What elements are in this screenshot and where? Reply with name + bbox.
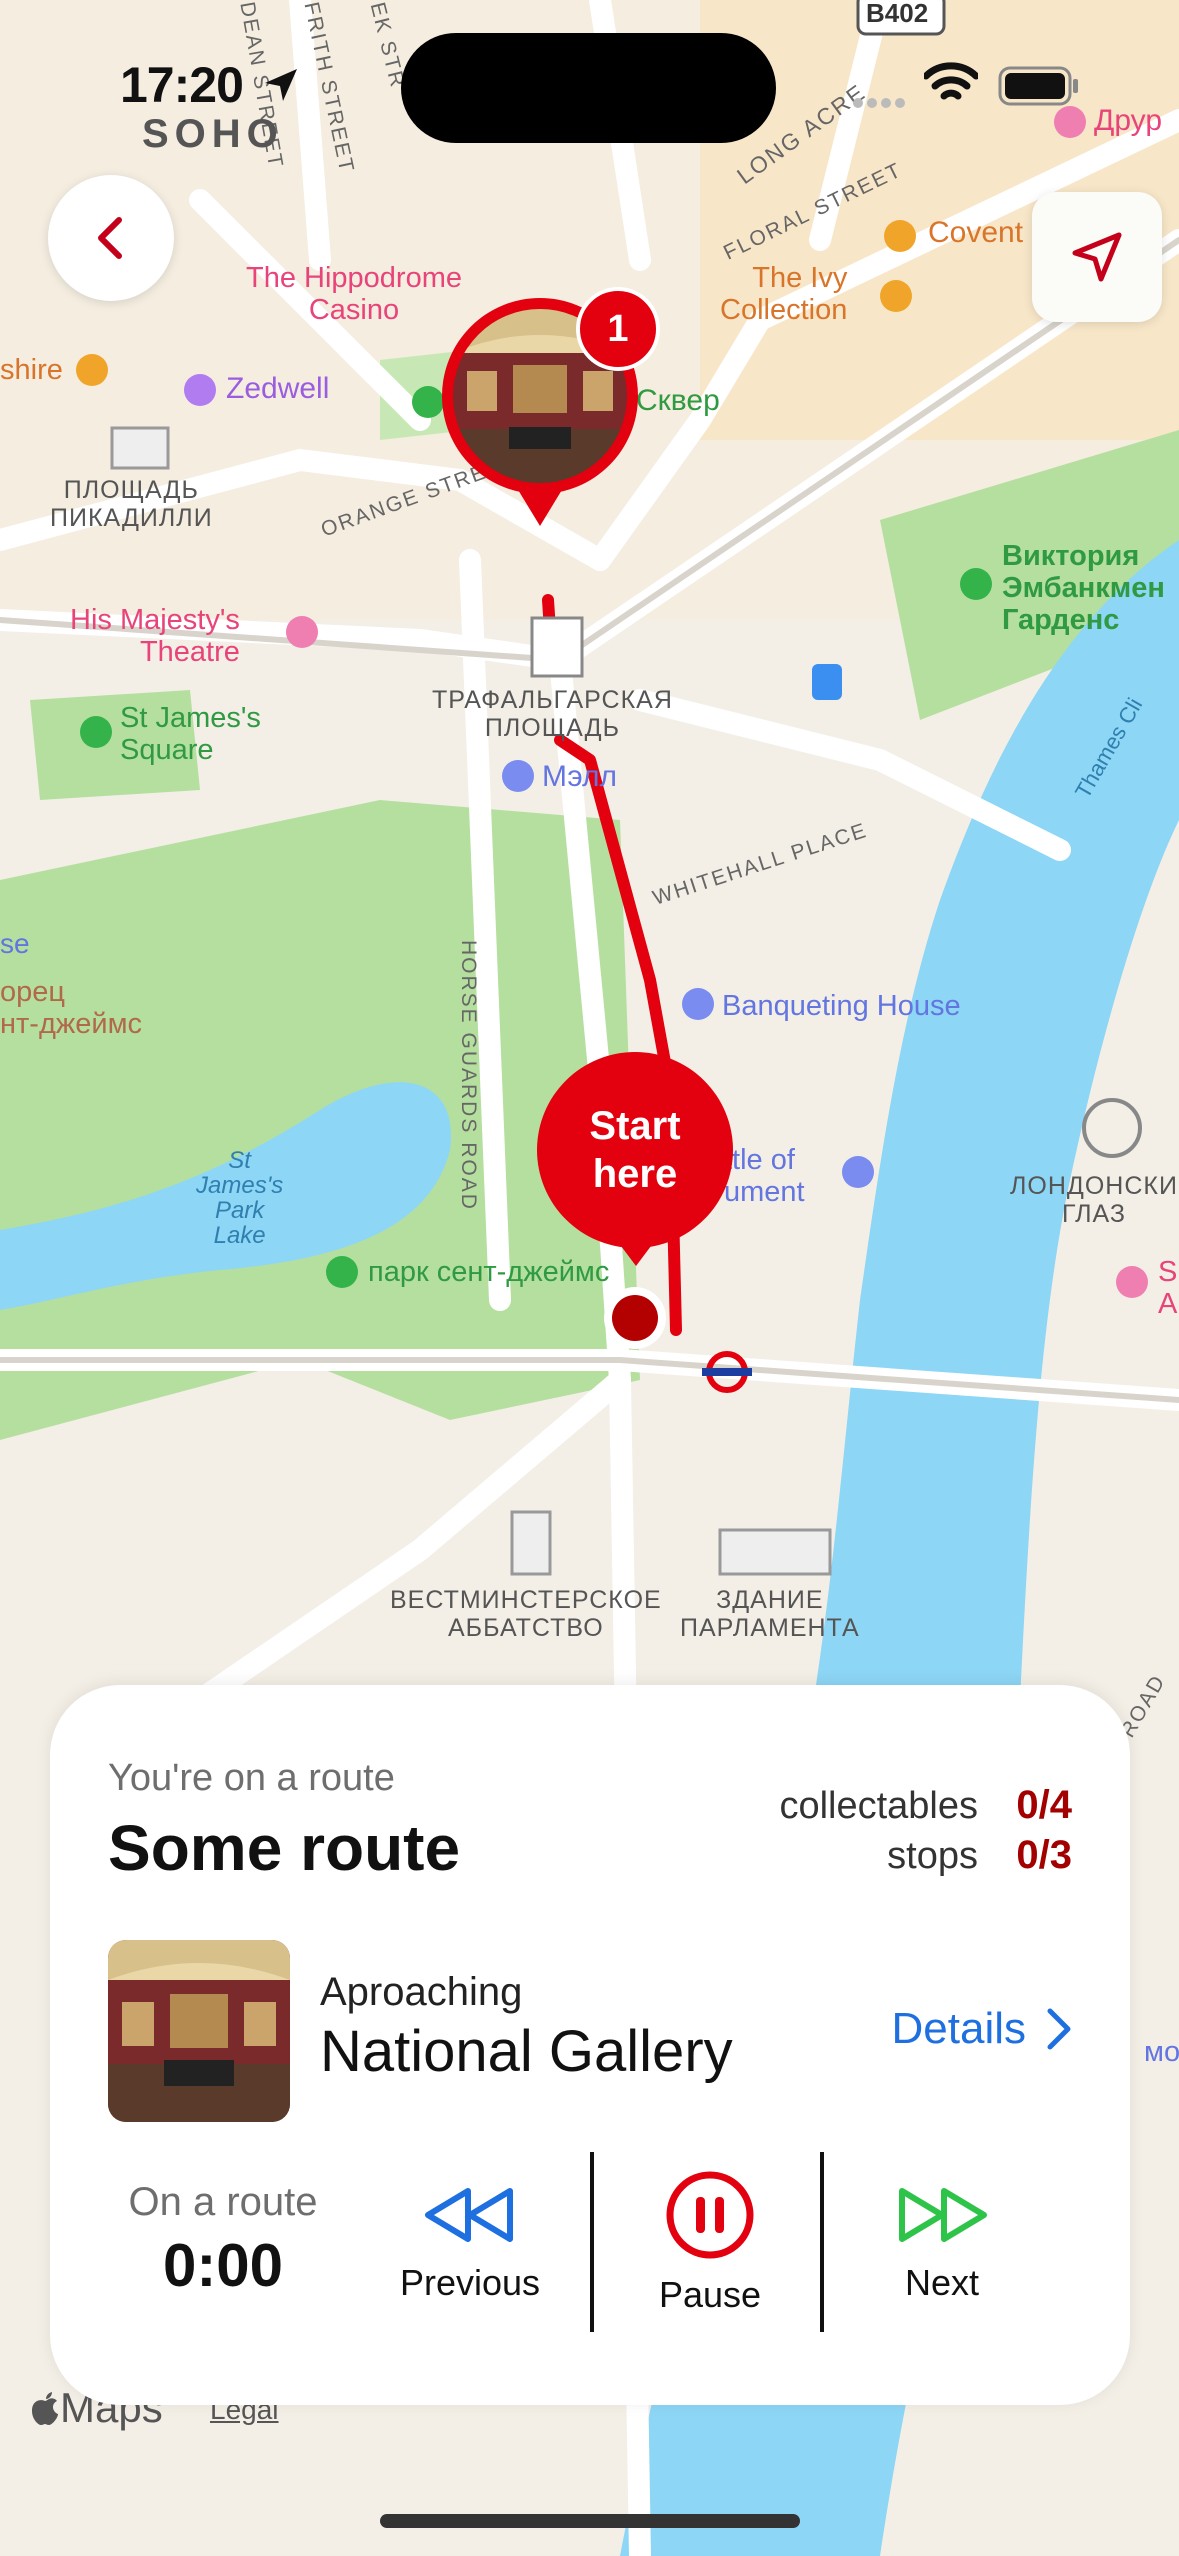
back-button[interactable] [48, 175, 174, 301]
divider-left [590, 2152, 594, 2332]
map-label-piccadilly: ПЛОЩАДЬ ПИКАДИЛЛИ [50, 476, 213, 532]
map-label-st-james-square[interactable]: St James's Square [120, 702, 261, 766]
stops-count: 0/3 [1016, 1833, 1072, 1877]
map-label-skver[interactable]: Сквер [636, 384, 720, 418]
map-label-shire[interactable]: shire [0, 354, 63, 387]
pause-circle-icon [666, 2171, 754, 2259]
map-label-palace: орец нт-джеймс [0, 976, 143, 1040]
battery-icon [998, 66, 1078, 106]
map-label-his-majestys[interactable]: His Majesty's Theatre [70, 604, 240, 668]
stop-thumbnail-image [108, 1940, 290, 2122]
map-label-mall[interactable]: Мэлл [542, 760, 617, 794]
stops-label: stops [887, 1835, 978, 1877]
start-here-line1: Start [589, 1104, 681, 1148]
timer-label: On a route [128, 2180, 318, 2224]
start-here-line2: here [592, 1152, 678, 1196]
map-label-s-a: S A [1158, 1256, 1178, 1320]
map-label-banqueting[interactable]: Banqueting House [722, 990, 961, 1023]
map-label-battle[interactable]: ttle of ument [724, 1144, 805, 1208]
pause-label: Pause [658, 2274, 762, 2315]
rewind-icon [425, 2188, 513, 2242]
dynamic-island [401, 33, 776, 143]
wifi-icon [924, 62, 978, 100]
stop-name: National Gallery [320, 2019, 733, 2084]
previous-button[interactable]: Previous [370, 2185, 570, 2304]
status-location-label: SOHO [142, 112, 284, 156]
divider-right [820, 2152, 824, 2332]
home-indicator[interactable] [380, 2514, 800, 2528]
start-location-dot [604, 1287, 666, 1349]
apple-logo-icon [32, 2392, 58, 2425]
map-label-covent[interactable]: Covent [928, 216, 1023, 250]
details-link[interactable]: Details [892, 2004, 1073, 2054]
stop-status: Aproaching [320, 1970, 523, 2014]
start-here-bubble: Start here [537, 1052, 733, 1248]
route-subtitle: You're on a route [108, 1757, 395, 1799]
map-label-zedwell[interactable]: Zedwell [226, 372, 329, 406]
next-label: Next [904, 2262, 980, 2303]
collectables-label: collectables [779, 1785, 978, 1827]
current-stop-row[interactable]: Aproaching National Gallery Details [108, 1940, 1072, 2122]
map-label-se: se [0, 928, 30, 959]
route-title: Some route [108, 1812, 461, 1884]
chevron-left-icon [98, 217, 122, 259]
map-label-parliament: ЗДАНИЕ ПАРЛАМЕНТА [680, 1586, 860, 1642]
timer-value: 0:00 [162, 2232, 284, 2299]
cellular-dots-icon [852, 96, 908, 114]
fast-forward-icon [899, 2188, 987, 2242]
previous-label: Previous [399, 2262, 541, 2303]
map-label-london-eye: ЛОНДОНСКИ ГЛАЗ [1010, 1172, 1178, 1228]
next-button[interactable]: Next [842, 2185, 1042, 2304]
map-label-mo: мо [1144, 2036, 1179, 2068]
stop-number-badge: 1 [576, 287, 660, 371]
map-label-st-james-park[interactable]: парк сент-джеймс [368, 1256, 609, 1289]
map-label-westminster-abbey: ВЕСТМИНСТЕРСКОЕ АББАТСТВО [390, 1586, 662, 1642]
map-label-hippodrome[interactable]: The Hippodrome Casino [246, 262, 462, 326]
status-bar: 17:20 SOHO [0, 0, 1179, 170]
map-label-st-james-lake: St James's Park Lake [196, 1147, 284, 1249]
map-label-ivy[interactable]: The Ivy Collection [720, 262, 847, 326]
collectables-count: 0/4 [1016, 1783, 1072, 1827]
map-label-victoria-gardens[interactable]: Виктория Эмбанкмен Гарденс [1002, 540, 1165, 636]
locate-me-button[interactable] [1032, 192, 1162, 322]
route-panel: You're on a route Some route collectable… [50, 1685, 1130, 2405]
navigation-arrow-icon [1072, 232, 1122, 282]
map-label-trafalgar: ТРАФАЛЬГАРСКАЯ ПЛОЩАДЬ [432, 686, 673, 742]
location-services-icon [265, 69, 297, 101]
chevron-right-icon [1047, 2008, 1071, 2050]
details-label: Details [891, 2004, 1027, 2053]
status-time: 17:20 [120, 57, 244, 113]
map-label-horse-guards: HORSE GUARDS ROAD [457, 940, 480, 1211]
pause-button[interactable]: Pause [610, 2169, 810, 2316]
route-timer: On a route 0:00 [108, 2180, 338, 2300]
